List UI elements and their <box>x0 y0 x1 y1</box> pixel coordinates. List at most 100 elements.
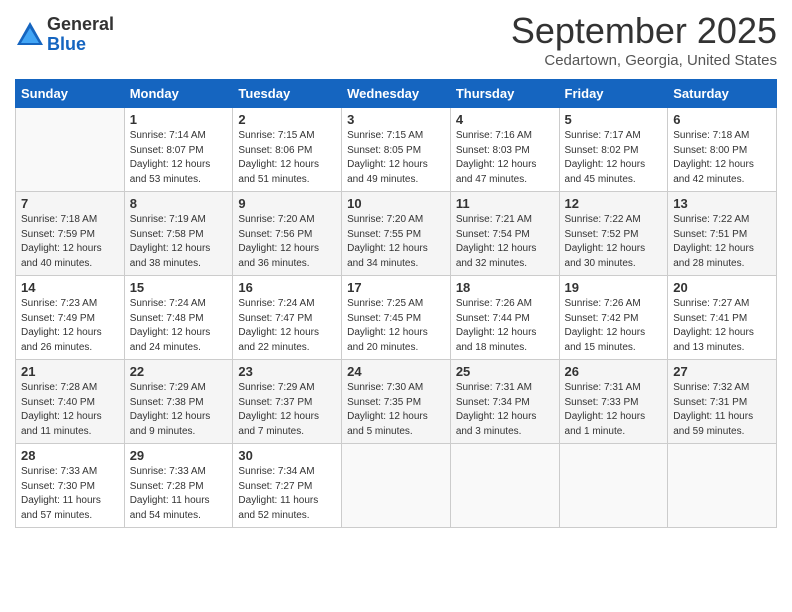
day-info: Sunrise: 7:26 AMSunset: 7:42 PMDaylight:… <box>565 297 663 355</box>
day-info: Sunrise: 7:31 AMSunset: 7:34 PMDaylight:… <box>456 381 554 439</box>
calendar-day-cell: 28Sunrise: 7:33 AMSunset: 7:30 PMDayligh… <box>16 444 125 528</box>
calendar-day-cell: 9 Sunrise: 7:20 AMSunset: 7:56 PMDaylight… <box>233 192 342 276</box>
calendar-day-cell: 8Sunrise: 7:19 AMSunset: 7:58 PMDaylight… <box>124 192 233 276</box>
calendar-day-cell: 12Sunrise: 7:22 AMSunset: 7:52 PMDayligh… <box>559 192 668 276</box>
calendar-week-row: 14Sunrise: 7:23 AMSunset: 7:49 PMDayligh… <box>16 276 777 360</box>
calendar-day-cell: 20 Sunrise: 7:27 AMSunset: 7:41 PMDayligh… <box>668 276 777 360</box>
calendar-day-cell: 15 Sunrise: 7:24 AMSunset: 7:48 PMDayligh… <box>124 276 233 360</box>
calendar-day-cell: 6 Sunrise: 7:18 AMSunset: 8:00 PMDaylight… <box>668 108 777 192</box>
day-info: Sunrise: 7:29 AMSunset: 7:38 PMDaylight:… <box>130 381 228 439</box>
calendar-day-cell: 21 Sunrise: 7:28 AMSunset: 7:40 PMDayligh… <box>16 360 125 444</box>
calendar-day-cell: 14Sunrise: 7:23 AMSunset: 7:49 PMDayligh… <box>16 276 125 360</box>
day-number: 25 <box>456 364 554 379</box>
calendar-day-cell: 22Sunrise: 7:29 AMSunset: 7:38 PMDayligh… <box>124 360 233 444</box>
day-number: 24 <box>347 364 445 379</box>
day-info: Sunrise: 7:20 AMSunset: 7:55 PMDaylight:… <box>347 213 445 271</box>
month-title: September 2025 <box>511 10 777 52</box>
weekday-header-wednesday: Wednesday <box>342 80 451 108</box>
day-info: Sunrise: 7:25 AMSunset: 7:45 PMDaylight:… <box>347 297 445 355</box>
calendar-day-cell: 5 Sunrise: 7:17 AMSunset: 8:02 PMDaylight… <box>559 108 668 192</box>
calendar-day-cell: 25 Sunrise: 7:31 AMSunset: 7:34 PMDayligh… <box>450 360 559 444</box>
day-number: 5 <box>565 112 663 127</box>
day-number: 8 <box>130 196 228 211</box>
calendar-day-cell: 1 Sunrise: 7:14 AMSunset: 8:07 PMDaylight… <box>124 108 233 192</box>
day-number: 27 <box>673 364 771 379</box>
logo-icon <box>15 20 45 50</box>
day-number: 20 <box>673 280 771 295</box>
day-info: Sunrise: 7:18 AMSunset: 7:59 PMDaylight:… <box>21 213 119 271</box>
weekday-header-friday: Friday <box>559 80 668 108</box>
logo-blue: Blue <box>47 35 114 55</box>
day-number: 21 <box>21 364 119 379</box>
day-info: Sunrise: 7:24 AMSunset: 7:48 PMDaylight:… <box>130 297 228 355</box>
weekday-header-saturday: Saturday <box>668 80 777 108</box>
calendar-day-cell <box>450 444 559 528</box>
calendar-day-cell: 3 Sunrise: 7:15 AMSunset: 8:05 PMDaylight… <box>342 108 451 192</box>
day-number: 29 <box>130 448 228 463</box>
day-info: Sunrise: 7:34 AMSunset: 7:27 PMDaylight:… <box>238 465 336 523</box>
day-info: Sunrise: 7:33 AMSunset: 7:28 PMDaylight:… <box>130 465 228 523</box>
weekday-header-monday: Monday <box>124 80 233 108</box>
page-header: General Blue September 2025 Cedartown, G… <box>15 10 777 69</box>
location-title: Cedartown, Georgia, United States <box>511 52 777 69</box>
calendar-day-cell: 4Sunrise: 7:16 AMSunset: 8:03 PMDaylight… <box>450 108 559 192</box>
day-info: Sunrise: 7:24 AMSunset: 7:47 PMDaylight:… <box>238 297 336 355</box>
logo: General Blue <box>15 15 114 55</box>
day-number: 3 <box>347 112 445 127</box>
calendar-week-row: 28Sunrise: 7:33 AMSunset: 7:30 PMDayligh… <box>16 444 777 528</box>
day-info: Sunrise: 7:26 AMSunset: 7:44 PMDaylight:… <box>456 297 554 355</box>
day-number: 2 <box>238 112 336 127</box>
calendar-day-cell <box>668 444 777 528</box>
day-number: 6 <box>673 112 771 127</box>
day-number: 4 <box>456 112 554 127</box>
day-info: Sunrise: 7:31 AMSunset: 7:33 PMDaylight:… <box>565 381 663 439</box>
day-info: Sunrise: 7:27 AMSunset: 7:41 PMDaylight:… <box>673 297 771 355</box>
calendar-day-cell: 13 Sunrise: 7:22 AMSunset: 7:51 PMDayligh… <box>668 192 777 276</box>
day-info: Sunrise: 7:14 AMSunset: 8:07 PMDaylight:… <box>130 129 228 187</box>
day-number: 9 <box>238 196 336 211</box>
logo-text: General Blue <box>47 15 114 55</box>
day-info: Sunrise: 7:15 AMSunset: 8:06 PMDaylight:… <box>238 129 336 187</box>
day-info: Sunrise: 7:23 AMSunset: 7:49 PMDaylight:… <box>21 297 119 355</box>
day-number: 13 <box>673 196 771 211</box>
calendar-day-cell: 26 Sunrise: 7:31 AMSunset: 7:33 PMDayligh… <box>559 360 668 444</box>
calendar-day-cell <box>342 444 451 528</box>
day-number: 30 <box>238 448 336 463</box>
day-number: 26 <box>565 364 663 379</box>
day-number: 16 <box>238 280 336 295</box>
title-section: September 2025 Cedartown, Georgia, Unite… <box>511 10 777 69</box>
day-info: Sunrise: 7:15 AMSunset: 8:05 PMDaylight:… <box>347 129 445 187</box>
weekday-header-row: SundayMondayTuesdayWednesdayThursdayFrid… <box>16 80 777 108</box>
weekday-header-tuesday: Tuesday <box>233 80 342 108</box>
day-info: Sunrise: 7:21 AMSunset: 7:54 PMDaylight:… <box>456 213 554 271</box>
day-number: 1 <box>130 112 228 127</box>
day-info: Sunrise: 7:20 AMSunset: 7:56 PMDaylight:… <box>238 213 336 271</box>
calendar-day-cell: 16 Sunrise: 7:24 AMSunset: 7:47 PMDayligh… <box>233 276 342 360</box>
calendar-day-cell: 30 Sunrise: 7:34 AMSunset: 7:27 PMDayligh… <box>233 444 342 528</box>
calendar-day-cell: 27Sunrise: 7:32 AMSunset: 7:31 PMDayligh… <box>668 360 777 444</box>
weekday-header-thursday: Thursday <box>450 80 559 108</box>
calendar-week-row: 21 Sunrise: 7:28 AMSunset: 7:40 PMDayligh… <box>16 360 777 444</box>
day-number: 15 <box>130 280 228 295</box>
calendar-week-row: 1 Sunrise: 7:14 AMSunset: 8:07 PMDaylight… <box>16 108 777 192</box>
calendar-day-cell: 11 Sunrise: 7:21 AMSunset: 7:54 PMDayligh… <box>450 192 559 276</box>
calendar-table: SundayMondayTuesdayWednesdayThursdayFrid… <box>15 79 777 528</box>
day-info: Sunrise: 7:28 AMSunset: 7:40 PMDaylight:… <box>21 381 119 439</box>
day-number: 28 <box>21 448 119 463</box>
day-info: Sunrise: 7:18 AMSunset: 8:00 PMDaylight:… <box>673 129 771 187</box>
day-number: 12 <box>565 196 663 211</box>
calendar-day-cell <box>16 108 125 192</box>
day-info: Sunrise: 7:17 AMSunset: 8:02 PMDaylight:… <box>565 129 663 187</box>
calendar-week-row: 7Sunrise: 7:18 AMSunset: 7:59 PMDaylight… <box>16 192 777 276</box>
day-number: 11 <box>456 196 554 211</box>
calendar-day-cell: 7Sunrise: 7:18 AMSunset: 7:59 PMDaylight… <box>16 192 125 276</box>
day-info: Sunrise: 7:22 AMSunset: 7:51 PMDaylight:… <box>673 213 771 271</box>
calendar-day-cell: 18Sunrise: 7:26 AMSunset: 7:44 PMDayligh… <box>450 276 559 360</box>
day-number: 23 <box>238 364 336 379</box>
day-number: 19 <box>565 280 663 295</box>
calendar-day-cell <box>559 444 668 528</box>
day-info: Sunrise: 7:30 AMSunset: 7:35 PMDaylight:… <box>347 381 445 439</box>
calendar-day-cell: 23Sunrise: 7:29 AMSunset: 7:37 PMDayligh… <box>233 360 342 444</box>
calendar-day-cell: 19 Sunrise: 7:26 AMSunset: 7:42 PMDayligh… <box>559 276 668 360</box>
logo-general: General <box>47 15 114 35</box>
